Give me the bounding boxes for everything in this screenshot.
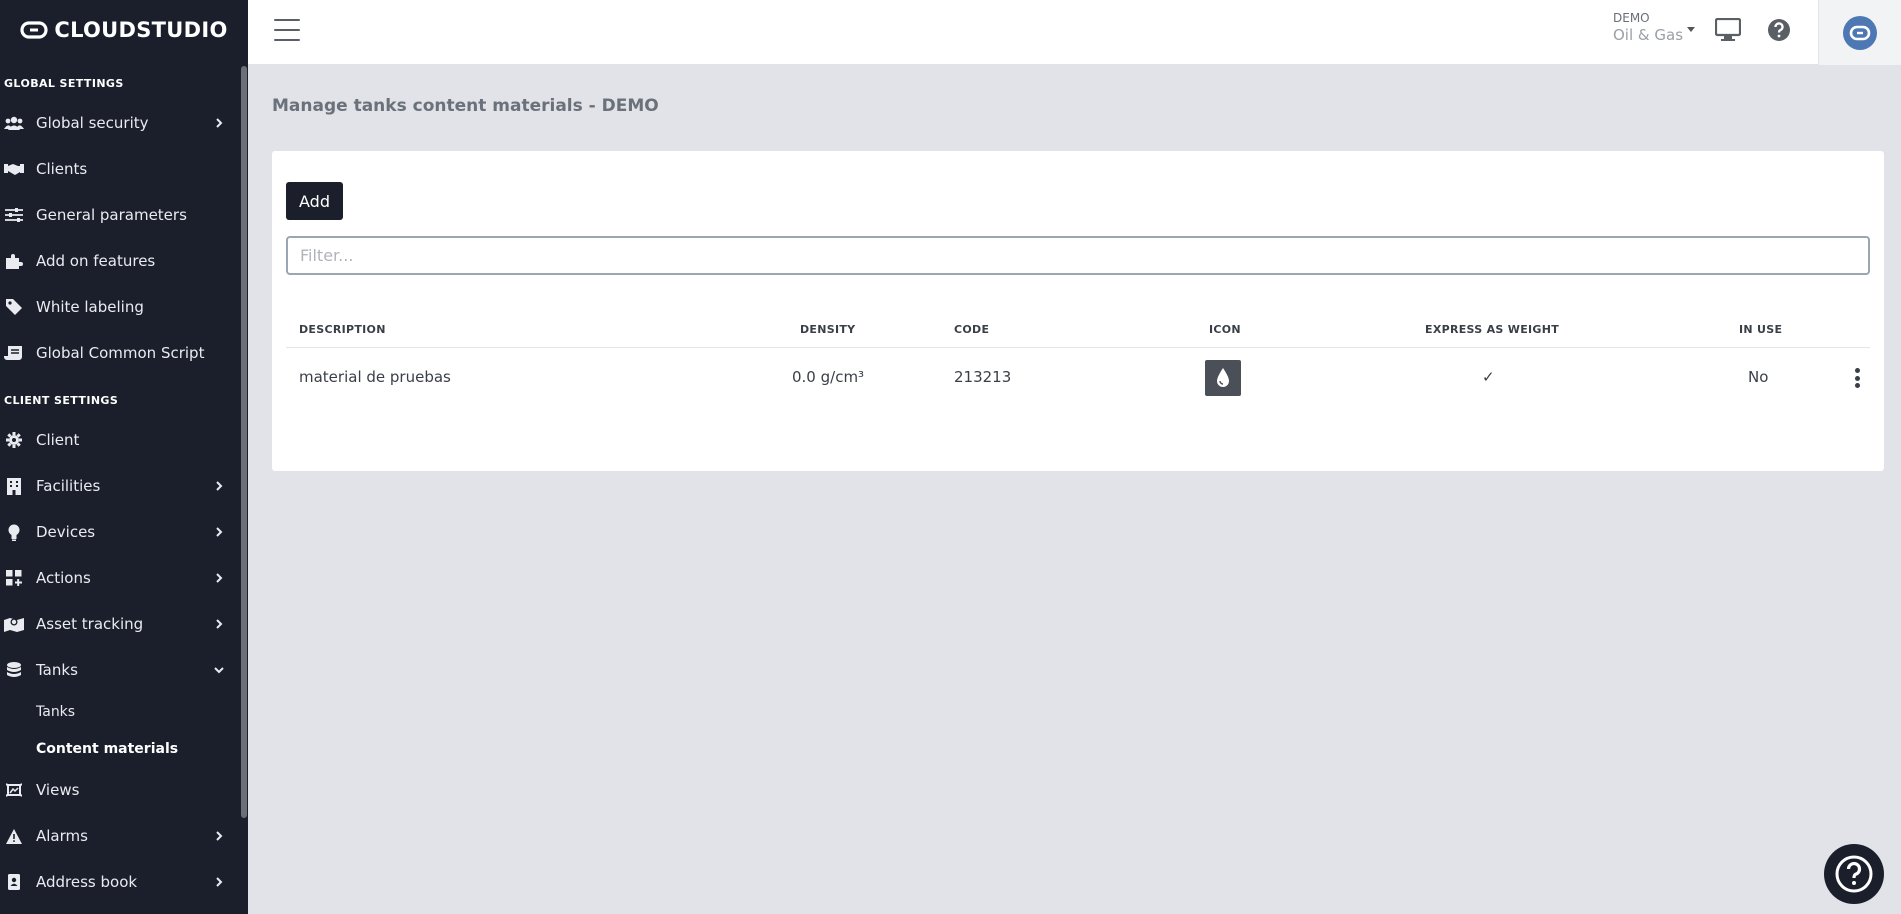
sidebar-item-devices[interactable]: Devices xyxy=(0,509,248,555)
lightbulb-icon xyxy=(4,523,24,541)
cell-in-use: No xyxy=(1748,368,1769,386)
cell-density: 0.0 g/cm³ xyxy=(792,368,865,386)
sidebar-item-add-on-features[interactable]: Add on features xyxy=(0,238,248,284)
filter-input[interactable] xyxy=(286,236,1870,275)
sidebar-scrollbar[interactable] xyxy=(241,66,247,818)
column-header-code[interactable]: CODE xyxy=(954,323,989,336)
chevron-right-icon xyxy=(216,831,223,841)
floating-help-button[interactable] xyxy=(1824,844,1884,904)
cloudstudio-logo-icon xyxy=(20,20,48,39)
chevron-right-icon xyxy=(216,619,223,629)
sidebar-item-address-book[interactable]: Address book xyxy=(0,859,248,905)
avatar xyxy=(1843,15,1877,50)
puzzle-icon xyxy=(4,252,24,270)
warning-icon xyxy=(4,827,24,845)
add-button[interactable]: Add xyxy=(286,182,343,220)
sidebar-item-general-parameters[interactable]: General parameters xyxy=(0,192,248,238)
address-book-icon xyxy=(4,873,24,891)
sidebar-item-label: Global security xyxy=(36,114,149,132)
cloudstudio-avatar-icon xyxy=(1849,25,1871,40)
cell-code: 213213 xyxy=(954,368,1012,386)
grid-plus-icon xyxy=(4,569,24,587)
chevron-right-icon xyxy=(216,481,223,491)
client-settings-heading: CLIENT SETTINGS xyxy=(4,394,119,407)
column-header-description[interactable]: DESCRIPTION xyxy=(299,323,386,336)
water-drop-icon xyxy=(1205,360,1241,396)
table-header-row: DESCRIPTION DENSITY CODE ICON EXPRESS AS… xyxy=(286,310,1870,348)
sidebar: CLOUDSTUDIO GLOBAL SETTINGS Global secur… xyxy=(0,0,248,914)
building-icon xyxy=(4,477,24,495)
sidebar-item-global-common-script[interactable]: Global Common Script xyxy=(0,330,248,376)
materials-card: Add DESCRIPTION DENSITY CODE ICON EXPRES… xyxy=(272,151,1884,471)
handshake-icon xyxy=(4,160,24,178)
sidebar-subitem-content-materials[interactable]: Content materials xyxy=(0,730,248,767)
brand-logo[interactable]: CLOUDSTUDIO xyxy=(0,0,248,59)
sidebar-item-label: Views xyxy=(36,781,80,799)
sidebar-item-label: Devices xyxy=(36,523,96,541)
materials-table: DESCRIPTION DENSITY CODE ICON EXPRESS AS… xyxy=(286,310,1870,408)
users-icon xyxy=(4,114,24,132)
sidebar-item-global-security[interactable]: Global security xyxy=(0,100,248,146)
scroll-icon xyxy=(4,344,24,362)
chevron-down-icon xyxy=(214,667,224,674)
tag-icon xyxy=(4,298,24,316)
column-header-density[interactable]: DENSITY xyxy=(800,323,855,336)
row-actions-menu-icon[interactable] xyxy=(1853,366,1861,390)
sidebar-item-label: Actions xyxy=(36,569,91,587)
sidebar-item-label: Clients xyxy=(36,160,88,178)
column-header-icon[interactable]: ICON xyxy=(1209,323,1241,336)
sliders-icon xyxy=(4,206,24,224)
sidebar-item-label: Add on features xyxy=(36,252,156,270)
frame-icon xyxy=(4,781,24,799)
topbar: DEMO Oil & Gas xyxy=(248,0,1901,65)
sidebar-item-white-labeling[interactable]: White labeling xyxy=(0,284,248,330)
sidebar-item-label: Asset tracking xyxy=(36,615,144,633)
sidebar-subitem-tanks[interactable]: Tanks xyxy=(0,693,248,730)
sidebar-item-client[interactable]: Client xyxy=(0,417,248,463)
sidebar-item-facilities[interactable]: Facilities xyxy=(0,463,248,509)
monitor-icon[interactable] xyxy=(1715,18,1741,42)
chevron-right-icon xyxy=(216,877,223,887)
sidebar-item-label: Client xyxy=(36,431,80,449)
sidebar-item-label: White labeling xyxy=(36,298,144,316)
chevron-right-icon xyxy=(216,573,223,583)
cell-description: material de pruebas xyxy=(299,368,451,386)
sidebar-item-label: Tanks xyxy=(36,661,78,679)
database-icon xyxy=(4,661,24,679)
help-icon xyxy=(1835,855,1873,893)
chevron-right-icon xyxy=(216,527,223,537)
sidebar-item-label: Alarms xyxy=(36,827,88,845)
sidebar-item-label: Address book xyxy=(36,873,138,891)
sidebar-item-tanks[interactable]: Tanks xyxy=(0,647,248,693)
column-header-in-use[interactable]: IN USE xyxy=(1739,323,1782,336)
sidebar-item-alarms[interactable]: Alarms xyxy=(0,813,248,859)
gear-icon xyxy=(4,431,24,449)
sidebar-item-label: Global Common Script xyxy=(36,344,205,362)
sidebar-item-asset-tracking[interactable]: Asset tracking xyxy=(0,601,248,647)
sidebar-item-actions[interactable]: Actions xyxy=(0,555,248,601)
help-icon[interactable] xyxy=(1767,18,1791,42)
table-row[interactable]: material de pruebas 0.0 g/cm³ 213213 ✓ N… xyxy=(286,348,1870,408)
client-selector[interactable]: DEMO Oil & Gas xyxy=(1613,11,1695,44)
cell-express-as-weight: ✓ xyxy=(1482,368,1495,386)
user-menu[interactable] xyxy=(1818,0,1901,65)
column-header-express-as-weight[interactable]: EXPRESS AS WEIGHT xyxy=(1425,323,1559,336)
sidebar-item-label: General parameters xyxy=(36,206,187,224)
sidebar-item-views[interactable]: Views xyxy=(0,767,248,813)
caret-down-icon xyxy=(1687,27,1695,32)
page-title: Manage tanks content materials - DEMO xyxy=(272,96,659,116)
client-selector-label: DEMO xyxy=(1613,11,1650,25)
menu-toggle-button[interactable] xyxy=(274,19,300,41)
sidebar-item-clients[interactable]: Clients xyxy=(0,146,248,192)
chevron-right-icon xyxy=(216,118,223,128)
brand-name: CLOUDSTUDIO xyxy=(54,17,228,42)
sidebar-item-label: Facilities xyxy=(36,477,101,495)
global-settings-heading: GLOBAL SETTINGS xyxy=(4,77,124,90)
map-marker-icon xyxy=(4,615,24,633)
client-selector-value: Oil & Gas xyxy=(1613,26,1684,44)
